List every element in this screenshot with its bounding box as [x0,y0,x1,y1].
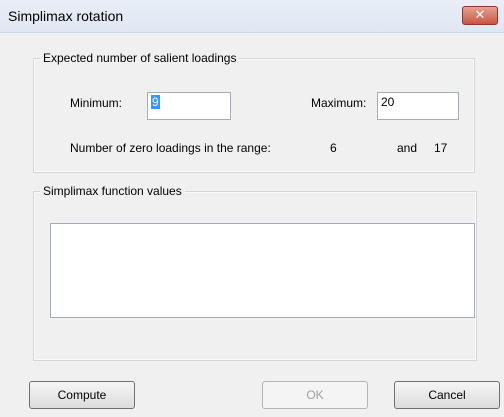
minimum-value: 9 [151,95,160,109]
maximum-label: Maximum: [311,96,367,110]
zero-loadings-max: 17 [434,141,448,155]
zero-loadings-min: 6 [330,141,337,155]
close-button[interactable]: ✕ [462,6,498,25]
salient-loadings-legend: Expected number of salient loadings [40,51,240,65]
title-bar: Simplimax rotation ✕ [0,0,504,33]
ok-button-label: OK [306,388,324,402]
cancel-button-label: Cancel [428,388,466,402]
maximum-input[interactable]: 20 [377,92,459,120]
maximum-value: 20 [381,95,395,109]
compute-button-label: Compute [57,388,107,402]
close-icon: ✕ [474,7,486,22]
ok-button[interactable]: OK [262,381,368,409]
minimum-input[interactable]: 9 [147,92,231,120]
and-label: and [397,141,418,155]
compute-button[interactable]: Compute [29,381,135,409]
minimum-label: Minimum: [70,96,123,110]
function-values-legend: Simplimax function values [40,184,185,198]
cancel-button[interactable]: Cancel [394,381,500,409]
function-values-list[interactable] [50,223,475,318]
zero-loadings-label: Number of zero loadings in the range: [70,141,271,155]
window-title: Simplimax rotation [8,8,124,24]
